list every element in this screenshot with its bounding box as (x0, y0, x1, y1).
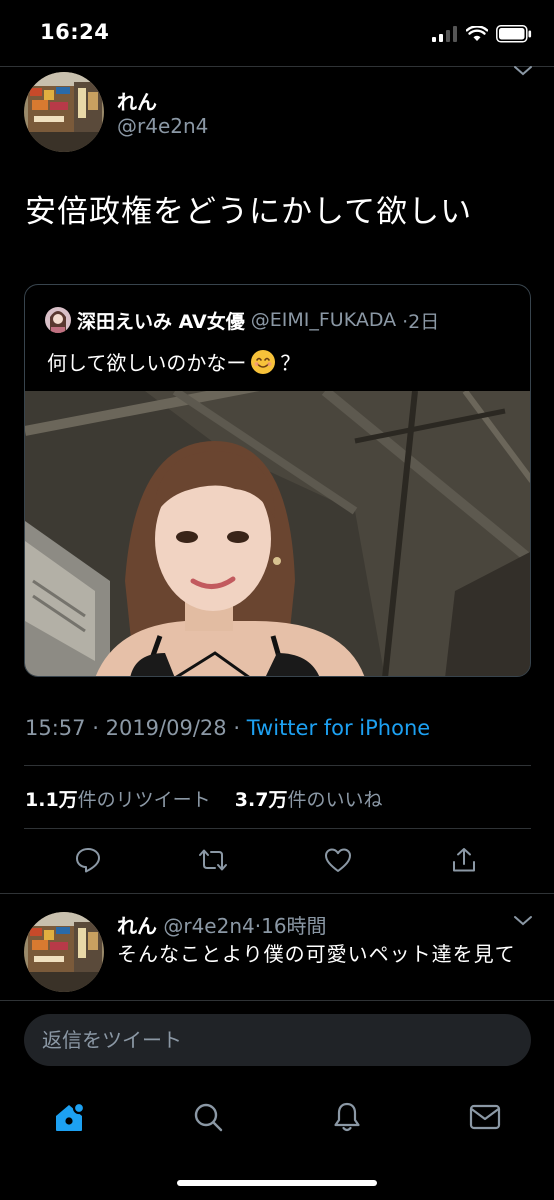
mail-icon (469, 1104, 501, 1130)
quoted-author-handle: @EIMI_FUKADA (250, 309, 397, 331)
reply-icon (76, 848, 100, 873)
search-icon (194, 1103, 223, 1132)
quoted-author-name: 深田えいみ AV女優 (77, 310, 245, 333)
tweet-detail-screen: 16:24 れん @r4e2n4 安倍政権をどうにかして欲しい 深田えいみ AV… (0, 0, 554, 1200)
separator: · (233, 716, 241, 740)
separator: · (92, 716, 99, 740)
quoted-age: ·2日 (402, 310, 440, 333)
quoted-photo[interactable] (25, 391, 531, 677)
wifi-icon (466, 26, 488, 41)
home-icon (56, 1101, 86, 1131)
retweet-button[interactable] (191, 838, 235, 882)
like-count: 3.7万 (234, 789, 288, 811)
tweet-text: 安倍政権をどうにかして欲しい (25, 194, 473, 230)
retweet-count-label: 件のリツイート (77, 789, 211, 811)
like-button[interactable] (316, 838, 360, 882)
quoted-tweet-text: 何して欲しいのかなー ？ (47, 347, 300, 376)
home-indicator[interactable] (177, 1180, 377, 1186)
divider (24, 765, 531, 766)
chevron-down-icon[interactable] (513, 65, 533, 77)
divider (0, 66, 554, 67)
divider (24, 828, 531, 829)
reply-compose-box (24, 1014, 531, 1066)
share-button[interactable] (442, 838, 486, 882)
battery-icon (496, 25, 532, 43)
quoted-text-main: 何して欲しいのかなー (47, 351, 247, 375)
tweet-time: 15:57 (25, 716, 86, 740)
status-icons (432, 24, 532, 44)
like-count-link[interactable]: 3.7万件のいいね (235, 789, 383, 811)
tweet-source-link[interactable]: Twitter for iPhone (247, 716, 431, 740)
tab-messages[interactable] (460, 1092, 510, 1142)
reply-author-avatar[interactable] (24, 912, 104, 992)
reply-button[interactable] (66, 838, 110, 882)
reply-age: ·16時間 (254, 914, 327, 938)
quoted-text-tail: ？ (280, 351, 301, 375)
retweet-icon (199, 849, 227, 871)
retweet-count: 1.1万 (25, 789, 78, 811)
tab-home[interactable] (44, 1092, 94, 1142)
author-avatar[interactable] (24, 72, 104, 152)
tweet-actions (0, 838, 554, 888)
divider (0, 1000, 554, 1001)
tweet-timestamp: 15:57 · 2019/09/28 · Twitter for iPhone (25, 716, 430, 740)
reply-header: れん @r4e2n4·16時間 (117, 910, 327, 939)
heart-icon (325, 848, 351, 872)
author-name[interactable]: れん (117, 86, 157, 115)
bell-icon (334, 1102, 360, 1132)
tweet-date: 2019/09/28 (105, 716, 227, 740)
tab-search[interactable] (183, 1092, 233, 1142)
reply-author-name[interactable]: れん (117, 914, 157, 938)
tweet-stats: 1.1万件のリツイート 3.7万件のいいね (25, 785, 382, 812)
like-count-label: 件のいいね (287, 789, 383, 811)
retweet-count-link[interactable]: 1.1万件のリツイート (25, 789, 211, 811)
signal-icon (432, 26, 457, 42)
author-handle[interactable]: @r4e2n4 (117, 114, 208, 138)
chevron-down-icon[interactable] (513, 915, 533, 927)
tab-notifications[interactable] (322, 1092, 372, 1142)
quoted-avatar (45, 307, 71, 333)
reply-compose-input[interactable] (24, 1014, 531, 1066)
reply-text: そんなことより僕の可愛いペット達を見て (117, 942, 516, 966)
reply-author-handle[interactable]: @r4e2n4 (163, 914, 254, 938)
bottom-tab-bar (0, 1082, 554, 1152)
share-icon (453, 848, 475, 872)
divider (0, 893, 554, 894)
quoted-tweet-card[interactable]: 深田えいみ AV女優 @EIMI_FUKADA ·2日 何して欲しいのかなー ？ (24, 284, 531, 677)
quoted-tweet-header: 深田えいみ AV女優 @EIMI_FUKADA ·2日 (45, 305, 439, 335)
status-time: 16:24 (40, 20, 110, 44)
status-bar: 16:24 (0, 0, 554, 66)
smiling-face-icon (251, 349, 276, 374)
